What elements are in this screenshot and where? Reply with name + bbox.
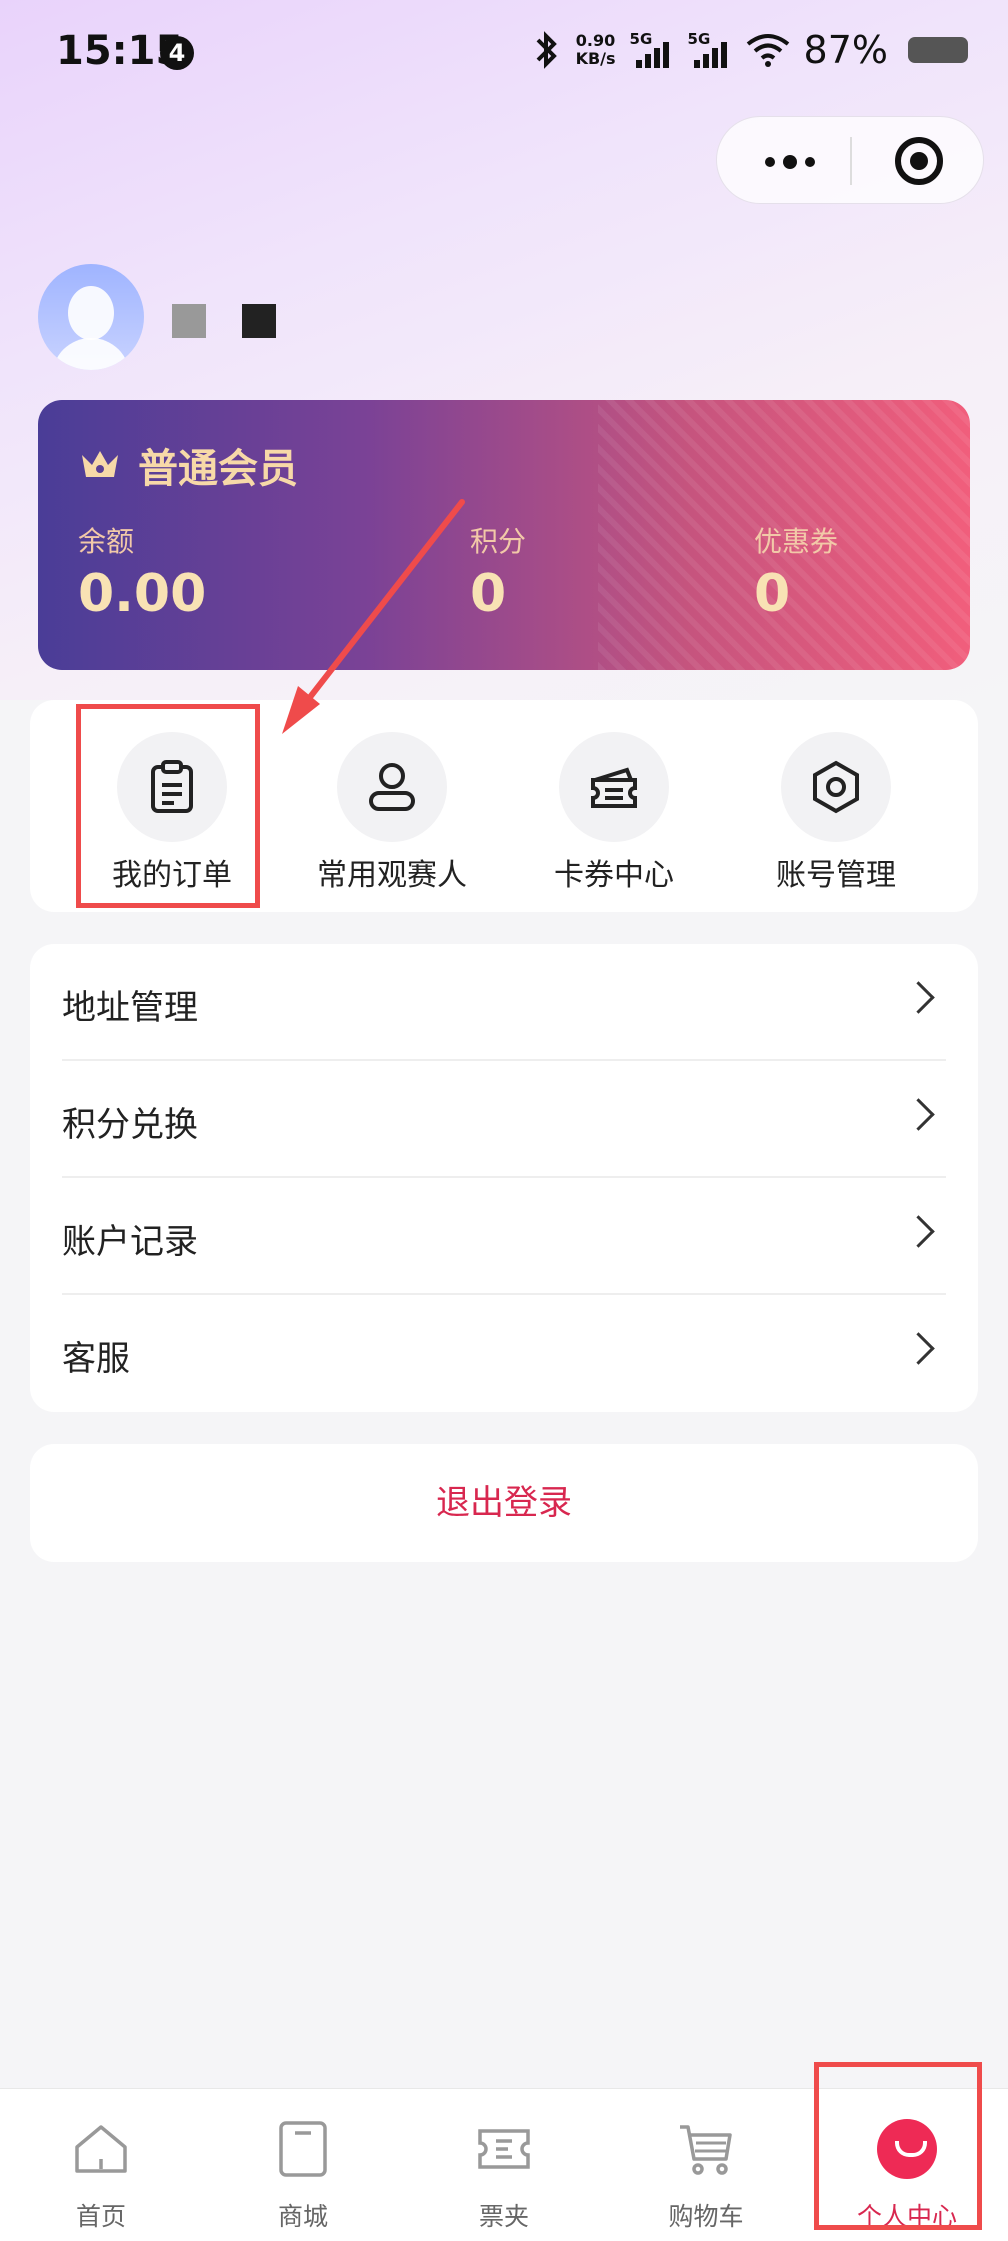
member-level: 普通会员 <box>78 436 298 494</box>
close-target-icon[interactable] <box>895 137 943 185</box>
wifi-icon <box>746 34 789 67</box>
stat-coupons[interactable]: 优惠券 0 <box>754 520 838 624</box>
username-redacted <box>172 304 276 338</box>
signal-sim2-icon: 5G <box>688 30 732 70</box>
tab-home[interactable]: 首页 <box>0 2089 202 2241</box>
crown-icon <box>82 451 118 477</box>
person-icon <box>369 763 415 811</box>
logout-button[interactable]: 退出登录 <box>30 1444 978 1562</box>
stat-points[interactable]: 积分 0 <box>470 520 526 624</box>
member-level-label: 普通会员 <box>138 446 298 492</box>
hexagon-settings-icon <box>813 760 859 814</box>
notification-badge: 4 <box>160 36 194 70</box>
mini-program-capsule <box>716 116 984 204</box>
highlight-box-my-orders <box>76 704 260 908</box>
tab-cart[interactable]: 购物车 <box>605 2089 807 2241</box>
battery-percent: 87% <box>803 28 888 72</box>
chevron-right-icon <box>902 1332 935 1365</box>
shopping-bag-icon <box>279 2121 327 2177</box>
status-icons: 0.90 KB/s 5G 5G 87% <box>532 28 968 72</box>
account-management-button[interactable]: 账号管理 <box>736 732 936 894</box>
menu-item-points-exchange[interactable]: 积分兑换 <box>62 1061 946 1178</box>
menu-list: 地址管理 积分兑换 账户记录 客服 <box>30 944 978 1412</box>
tab-tickets[interactable]: 票夹 <box>403 2089 605 2241</box>
cart-icon <box>680 2125 732 2175</box>
ticket-icon <box>478 2129 530 2169</box>
capsule-divider <box>850 137 852 185</box>
highlight-box-profile-tab <box>814 2062 982 2230</box>
net-speed: 0.90 KB/s <box>575 31 616 68</box>
member-card[interactable]: 普通会员 余额 0.00 积分 0 优惠券 0 <box>38 400 970 670</box>
bluetooth-icon <box>536 31 557 69</box>
battery-icon <box>908 37 968 63</box>
status-bar: 15:15 4 0.90 KB/s 5G 5G 87% <box>0 0 1008 110</box>
chevron-right-icon <box>902 1098 935 1131</box>
ticket-card-icon <box>591 767 637 808</box>
coupon-center-button[interactable]: 卡券中心 <box>514 732 714 894</box>
more-icon[interactable] <box>765 155 815 169</box>
chevron-right-icon <box>902 1215 935 1248</box>
frequent-spectators-button[interactable]: 常用观赛人 <box>292 732 492 894</box>
signal-sim1-icon: 5G <box>630 30 674 70</box>
avatar[interactable] <box>38 264 144 370</box>
stat-balance[interactable]: 余额 0.00 <box>78 520 206 624</box>
chevron-right-icon <box>902 981 935 1014</box>
menu-item-customer-service[interactable]: 客服 <box>62 1295 946 1412</box>
menu-item-account-records[interactable]: 账户记录 <box>62 1178 946 1295</box>
tab-mall[interactable]: 商城 <box>202 2089 404 2241</box>
menu-item-address[interactable]: 地址管理 <box>62 944 946 1061</box>
home-icon <box>75 2125 127 2173</box>
